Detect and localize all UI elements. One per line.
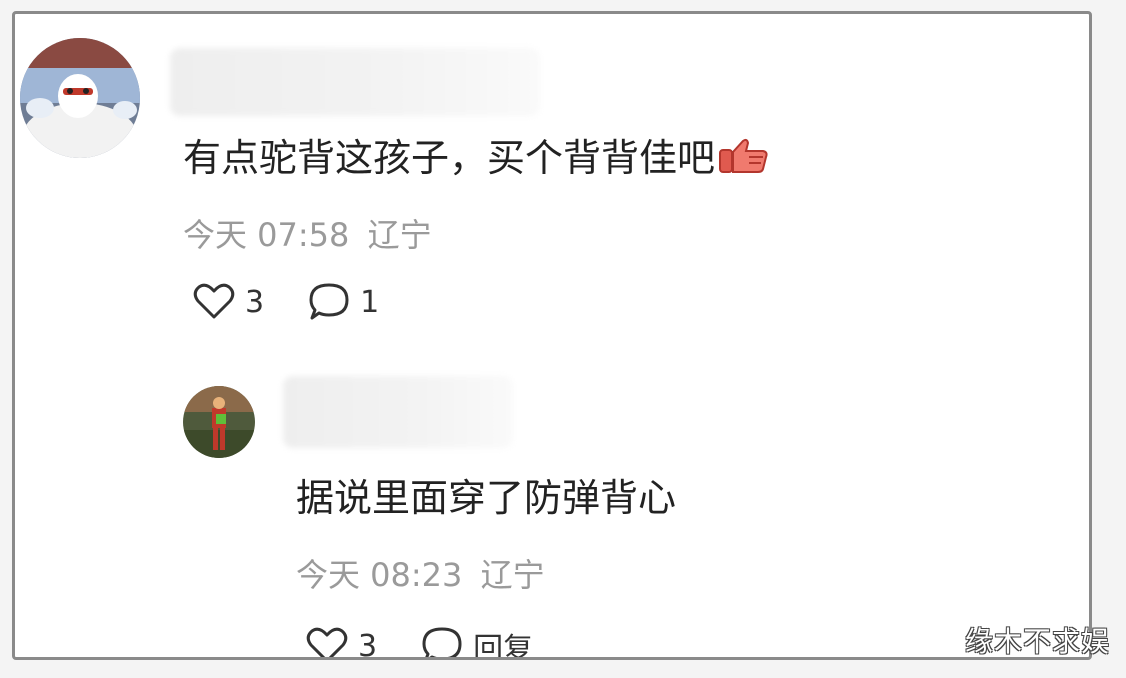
comment-button[interactable]: 1 [308, 282, 379, 322]
reply-button[interactable]: 回复 [421, 624, 534, 660]
reply-count: 1 [360, 284, 380, 320]
like-count: 3 [245, 284, 265, 320]
like-button[interactable]: 3 [193, 283, 264, 321]
comment-meta: 今天 08:23 辽宁 [296, 550, 545, 596]
comment-panel: 有点驼背这孩子，买个背背佳吧 今天 07:58 辽宁 3 1 据说里面穿了防弹背… [12, 11, 1092, 660]
username-blurred[interactable] [283, 376, 513, 448]
comment-bubble-icon [308, 282, 350, 322]
comment-bubble-icon [421, 626, 463, 657]
comment-location: 辽宁 [367, 216, 432, 254]
comment-body: 据说里面穿了防弹背心 [296, 476, 677, 520]
thumbs-up-emoji-icon [719, 138, 769, 183]
comment-actions: 3 1 [193, 282, 379, 322]
comment-time: 今天 07:58 [183, 216, 350, 254]
heart-icon [193, 283, 235, 321]
avatar[interactable] [183, 386, 255, 458]
comment-meta: 今天 07:58 辽宁 [183, 210, 432, 256]
heart-icon [306, 627, 348, 657]
comment-time: 今天 08:23 [296, 556, 463, 594]
like-count: 3 [358, 628, 378, 660]
comment-location: 辽宁 [480, 556, 545, 594]
watermark: 缘木不求娱 [964, 625, 1110, 658]
reply-label: 回复 [473, 632, 534, 660]
like-button[interactable]: 3 [306, 627, 378, 660]
comment-body: 有点驼背这孩子，买个背背佳吧 [183, 136, 716, 180]
comment-text: 有点驼背这孩子，买个背背佳吧 [183, 127, 769, 183]
username-blurred[interactable] [170, 48, 540, 116]
comment-actions: 3 回复 [306, 624, 534, 660]
avatar[interactable] [20, 38, 140, 158]
comment-text: 据说里面穿了防弹背心 [296, 467, 676, 522]
